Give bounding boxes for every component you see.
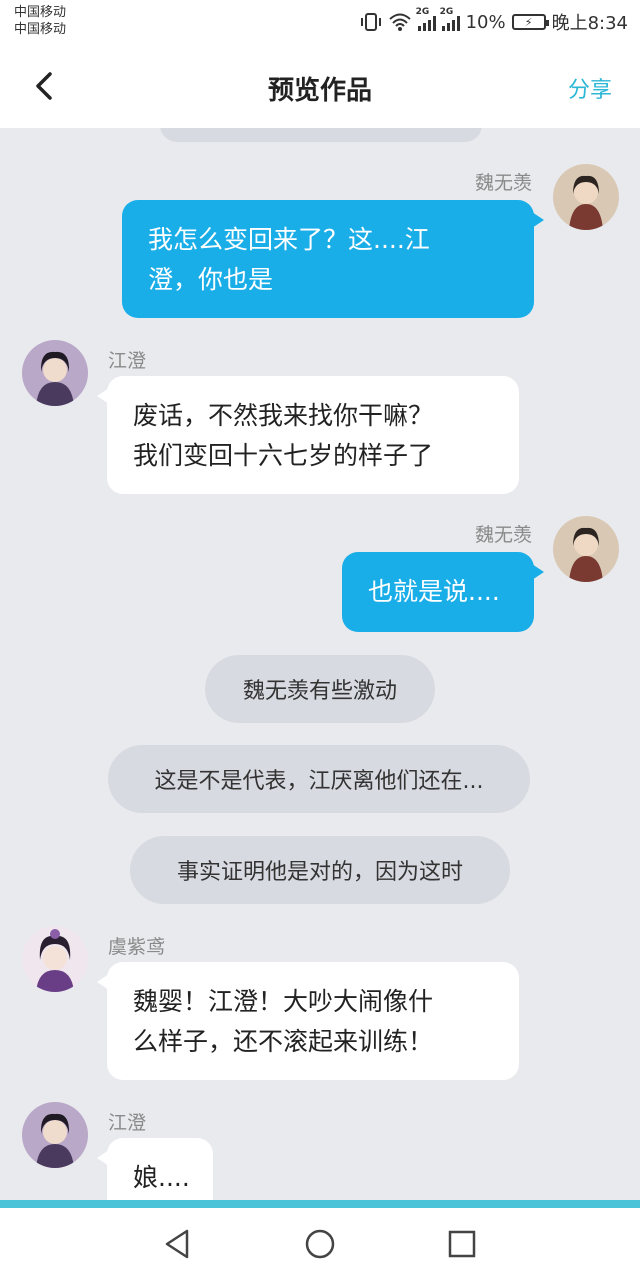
narration-bubble-partial	[160, 128, 482, 142]
message-bubble: 我怎么变回来了？这....江 澄，你也是	[122, 200, 544, 318]
avatar-jiang-cheng	[22, 1102, 88, 1168]
share-button[interactable]: 分享	[568, 72, 612, 104]
chat-preview: 魏无羡 我怎么变回来了？这....江 澄，你也是 江澄 废话，不然我来找你干嘛？…	[0, 128, 640, 1200]
triangle-back-icon	[165, 1229, 189, 1259]
message-line: 么样子，还不滚起来训练！	[133, 1027, 434, 1056]
wifi-icon	[388, 13, 411, 31]
message-line: 我怎么变回来了？这....江	[148, 225, 430, 254]
narration-bubble: 事实证明他是对的，因为这时	[130, 836, 510, 904]
avatar-wei-wuxian	[553, 516, 619, 582]
clock: 晚上8:34	[551, 13, 628, 34]
message-bubble: 魏婴！江澄！大吵大闹像什 么样子，还不滚起来训练！	[97, 962, 519, 1080]
signal-icon: 2G	[440, 7, 460, 31]
sender-name: 虞紫鸢	[108, 936, 166, 958]
message-text: 娘....	[133, 1163, 190, 1192]
battery-charging-icon: ⚡	[511, 14, 549, 30]
avatar-jiang-cheng	[22, 340, 88, 406]
nav-home-button[interactable]	[300, 1224, 340, 1264]
sender-name: 江澄	[108, 350, 147, 372]
square-recents-icon	[448, 1230, 476, 1258]
app-header: 预览作品 分享	[0, 44, 640, 128]
message-line: 我们变回十六七岁的样子了	[133, 441, 434, 470]
nav-back-button[interactable]	[158, 1224, 198, 1264]
sender-name: 魏无羡	[474, 524, 532, 546]
carrier-2: 中国移动	[14, 22, 67, 37]
vibrate-icon	[360, 13, 381, 31]
status-bar: 中国移动 中国移动 2G 2G 10% ⚡ 晚上8:34	[0, 0, 640, 44]
nav-recents-button[interactable]	[442, 1224, 482, 1264]
message-line: 废话，不然我来找你干嘛？	[133, 401, 434, 430]
sender-name: 魏无羡	[474, 172, 532, 194]
avatar-yu-ziyuan	[22, 926, 88, 992]
status-icons: 2G 2G 10% ⚡ 晚上8:34	[360, 7, 628, 36]
circle-home-icon	[305, 1229, 335, 1259]
carrier-info: 中国移动 中国移动	[14, 4, 66, 38]
message-bubble: 娘....	[97, 1138, 213, 1200]
message-line: 魏婴！江澄！大吵大闹像什	[133, 987, 434, 1016]
carrier-1: 中国移动	[14, 5, 67, 20]
sender-name: 江澄	[108, 1112, 147, 1134]
message-bubble: 也就是说....	[342, 552, 544, 632]
battery-percent: 10%	[465, 11, 506, 33]
message-text: 也就是说....	[368, 577, 500, 606]
progress-accent-line	[0, 1200, 640, 1208]
narration-bubble: 这是不是代表，江厌离他们还在...	[108, 745, 530, 813]
message-bubble: 废话，不然我来找你干嘛？ 我们变回十六七岁的样子了	[97, 376, 519, 494]
system-nav-bar	[0, 1208, 640, 1280]
page-title: 预览作品	[267, 76, 372, 106]
avatar-wei-wuxian	[553, 164, 619, 230]
message-line: 澄，你也是	[148, 265, 274, 294]
signal-icon: 2G	[416, 7, 436, 31]
narration-bubble: 魏无羡有些激动	[205, 655, 435, 723]
